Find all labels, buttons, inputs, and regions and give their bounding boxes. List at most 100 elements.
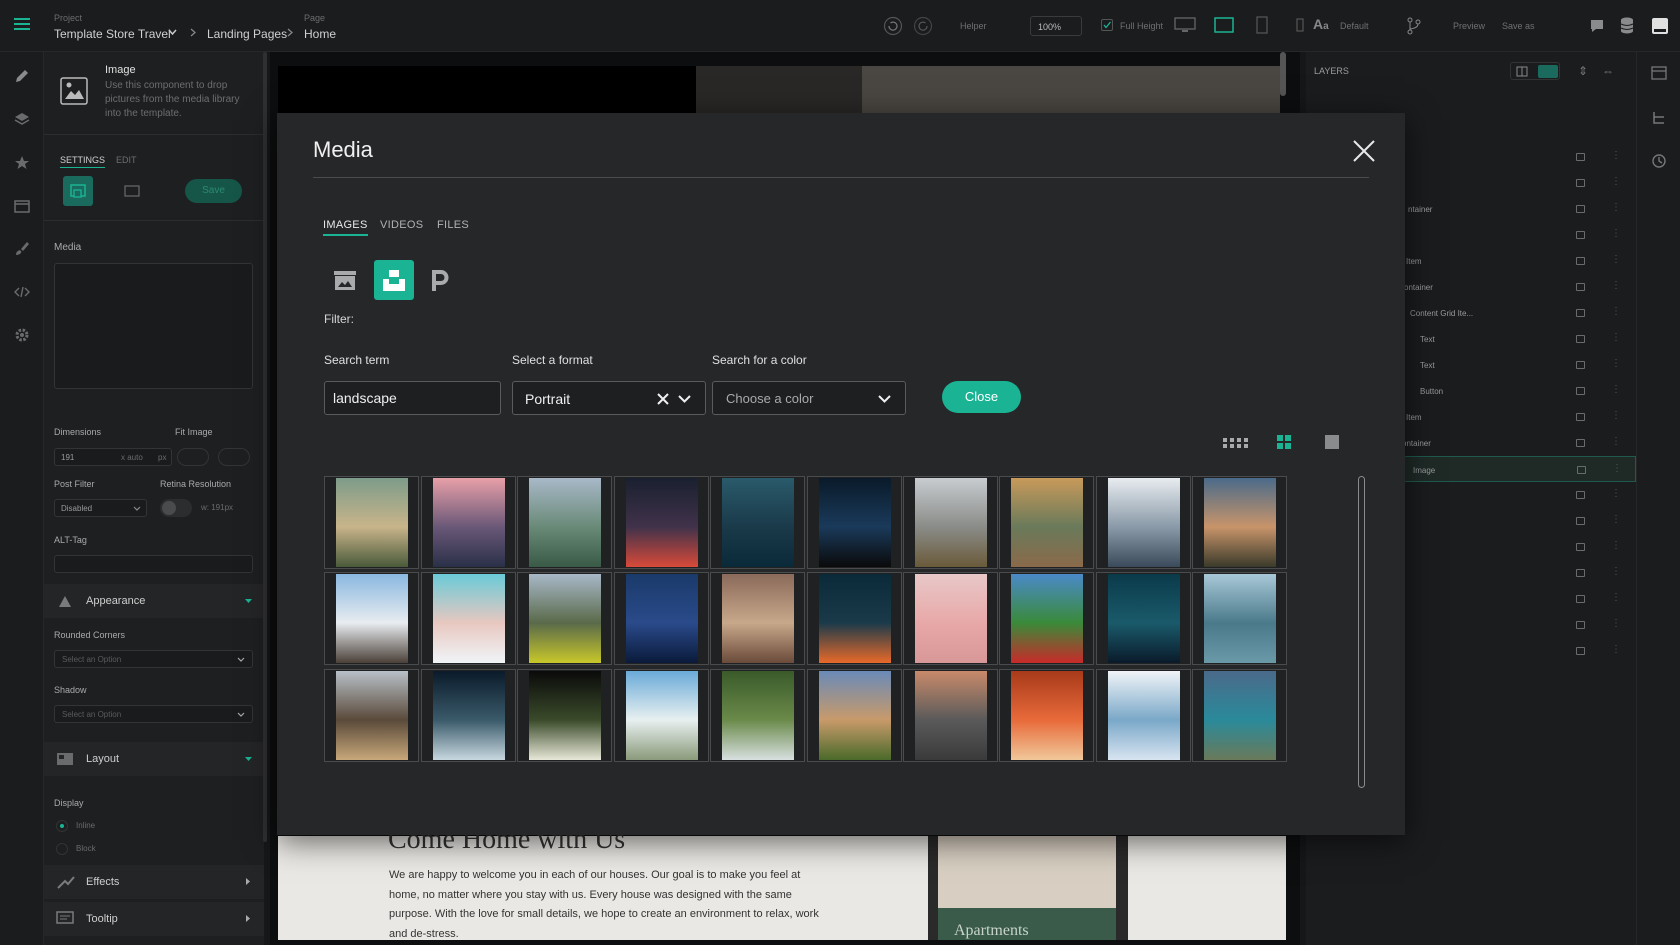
desktop-view-button[interactable] bbox=[63, 176, 93, 206]
zoom-select[interactable]: 100% bbox=[1030, 16, 1082, 36]
visibility-icon[interactable] bbox=[1576, 569, 1585, 577]
expand-icon[interactable]: ⇔ bbox=[1602, 64, 1614, 78]
color-select[interactable]: Choose a color bbox=[712, 381, 906, 415]
edit-pencil-icon[interactable] bbox=[12, 66, 32, 86]
mobile-icon[interactable] bbox=[1296, 18, 1304, 32]
media-thumbnail[interactable] bbox=[807, 572, 902, 665]
more-options-icon[interactable]: ⋮ bbox=[1611, 176, 1621, 187]
store-icon[interactable] bbox=[12, 196, 32, 216]
collapse-icon[interactable]: ⇕ bbox=[1578, 64, 1588, 78]
dimension-input[interactable]: 191 x auto px bbox=[54, 448, 172, 466]
media-thumbnail[interactable] bbox=[614, 669, 709, 762]
canvas-scrollbar[interactable] bbox=[1280, 52, 1286, 96]
media-thumbnail[interactable] bbox=[517, 476, 612, 569]
more-options-icon[interactable]: ⋮ bbox=[1611, 306, 1621, 317]
undo-icon[interactable] bbox=[883, 16, 903, 36]
large-view-icon[interactable] bbox=[1323, 433, 1347, 451]
star-icon[interactable] bbox=[12, 153, 32, 173]
shadow-select[interactable]: Select an Option bbox=[54, 705, 253, 723]
tree-icon[interactable] bbox=[1651, 110, 1667, 126]
preview-menu[interactable]: Preview bbox=[1453, 21, 1485, 31]
media-thumbnail[interactable] bbox=[324, 669, 419, 762]
close-icon[interactable] bbox=[1351, 138, 1377, 164]
display-block-radio[interactable] bbox=[56, 843, 68, 855]
appearance-section[interactable]: Appearance bbox=[44, 584, 264, 618]
media-thumbnail[interactable] bbox=[903, 476, 998, 569]
tab-files[interactable]: FILES bbox=[437, 219, 469, 231]
visibility-icon[interactable] bbox=[1576, 335, 1585, 343]
visibility-icon[interactable] bbox=[1576, 257, 1585, 265]
visibility-icon[interactable] bbox=[1577, 466, 1586, 474]
more-options-icon[interactable]: ⋮ bbox=[1611, 358, 1621, 369]
media-thumbnail[interactable] bbox=[614, 572, 709, 665]
visibility-icon[interactable] bbox=[1576, 361, 1585, 369]
visibility-icon[interactable] bbox=[1576, 231, 1585, 239]
more-options-icon[interactable]: ⋮ bbox=[1611, 228, 1621, 239]
more-options-icon[interactable]: ⋮ bbox=[1612, 463, 1622, 474]
more-options-icon[interactable]: ⋮ bbox=[1611, 618, 1621, 629]
media-thumbnail[interactable] bbox=[1192, 572, 1287, 665]
media-thumbnail[interactable] bbox=[324, 476, 419, 569]
more-options-icon[interactable]: ⋮ bbox=[1611, 514, 1621, 525]
branch-icon[interactable] bbox=[1407, 17, 1421, 35]
media-thumbnail[interactable] bbox=[807, 476, 902, 569]
brush-icon[interactable] bbox=[12, 239, 32, 259]
layers-view-toggle[interactable] bbox=[1510, 62, 1560, 80]
media-thumbnail[interactable] bbox=[421, 476, 516, 569]
panel-toggle-icon[interactable] bbox=[1651, 17, 1669, 35]
visibility-icon[interactable] bbox=[1576, 491, 1585, 499]
history-icon[interactable] bbox=[1651, 153, 1667, 169]
save-as-menu[interactable]: Save as bbox=[1502, 21, 1535, 31]
font-size-icon[interactable]: Aa bbox=[1313, 16, 1329, 32]
post-filter-select[interactable]: Disabled bbox=[54, 499, 147, 517]
page-name[interactable]: Home bbox=[304, 27, 336, 41]
effects-section[interactable]: Effects bbox=[44, 865, 264, 899]
visibility-icon[interactable] bbox=[1576, 439, 1585, 447]
database-icon[interactable] bbox=[1620, 17, 1634, 34]
media-thumbnail[interactable] bbox=[1096, 476, 1191, 569]
more-options-icon[interactable]: ⋮ bbox=[1611, 254, 1621, 265]
clear-icon[interactable] bbox=[657, 393, 669, 405]
redo-icon[interactable] bbox=[913, 16, 933, 36]
rounded-corners-select[interactable]: Select an Option bbox=[54, 650, 253, 668]
desktop-icon[interactable] bbox=[1174, 17, 1196, 33]
media-thumbnail[interactable] bbox=[1192, 669, 1287, 762]
panel-scrollbar[interactable] bbox=[263, 52, 267, 842]
chevron-down-icon[interactable] bbox=[168, 29, 177, 35]
more-options-icon[interactable]: ⋮ bbox=[1611, 644, 1621, 655]
visibility-icon[interactable] bbox=[1576, 413, 1585, 421]
visibility-icon[interactable] bbox=[1576, 205, 1585, 213]
retina-toggle[interactable] bbox=[160, 499, 192, 517]
media-thumbnail[interactable] bbox=[903, 669, 998, 762]
more-options-icon[interactable]: ⋮ bbox=[1611, 332, 1621, 343]
media-thumbnail[interactable] bbox=[999, 476, 1094, 569]
more-options-icon[interactable]: ⋮ bbox=[1611, 384, 1621, 395]
visibility-icon[interactable] bbox=[1576, 387, 1585, 395]
more-options-icon[interactable]: ⋮ bbox=[1611, 592, 1621, 603]
gear-icon[interactable] bbox=[12, 325, 32, 345]
media-thumbnail[interactable] bbox=[517, 669, 612, 762]
chat-icon[interactable] bbox=[1589, 18, 1605, 34]
media-thumbnail[interactable] bbox=[324, 572, 419, 665]
visibility-icon[interactable] bbox=[1576, 179, 1585, 187]
layout-section[interactable]: Layout bbox=[44, 742, 264, 776]
close-button[interactable]: Close bbox=[942, 381, 1021, 413]
pexels-button[interactable] bbox=[420, 260, 460, 300]
media-thumbnail[interactable] bbox=[999, 572, 1094, 665]
media-thumbnail[interactable] bbox=[1192, 476, 1287, 569]
media-thumbnail[interactable] bbox=[517, 572, 612, 665]
panel-icon[interactable] bbox=[1651, 66, 1667, 80]
helper-menu[interactable]: Helper bbox=[960, 21, 987, 31]
more-options-icon[interactable]: ⋮ bbox=[1611, 540, 1621, 551]
media-thumbnail[interactable] bbox=[710, 476, 805, 569]
layers-icon[interactable] bbox=[12, 110, 32, 130]
more-options-icon[interactable]: ⋮ bbox=[1611, 488, 1621, 499]
media-thumbnail[interactable] bbox=[999, 669, 1094, 762]
visibility-icon[interactable] bbox=[1576, 621, 1585, 629]
media-thumbnail[interactable] bbox=[710, 669, 805, 762]
media-thumbnail[interactable] bbox=[710, 572, 805, 665]
small-grid-view-icon[interactable] bbox=[1223, 433, 1248, 451]
media-dropzone[interactable] bbox=[54, 263, 253, 389]
visibility-icon[interactable] bbox=[1576, 283, 1585, 291]
project-name[interactable]: Template Store Travel bbox=[54, 27, 171, 41]
